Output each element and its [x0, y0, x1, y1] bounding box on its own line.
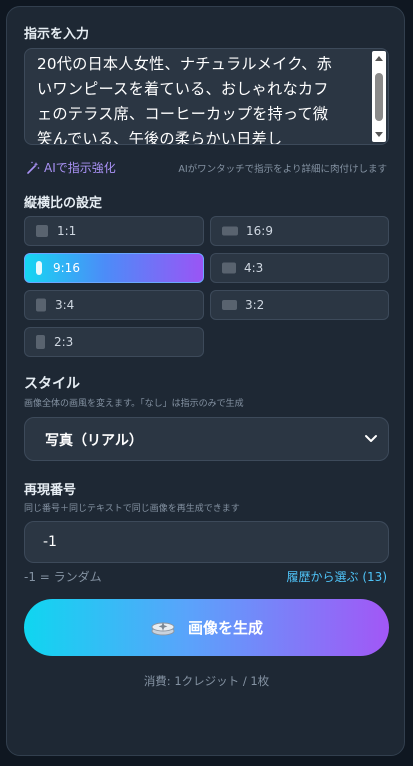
ratio-label: 3:2 [245, 298, 265, 312]
portrait-ratio-icon [36, 298, 46, 312]
prompt-line: いワンピースを着ている、おしゃれなカフ [37, 80, 329, 98]
prompt-scrollbar[interactable] [372, 51, 386, 142]
generate-label: 画像を生成 [187, 619, 263, 637]
ratio-option-9-16[interactable]: 9:16 [24, 253, 204, 283]
style-title: スタイル [24, 376, 80, 392]
prompt-text[interactable]: 20代の日本人女性、ナチュラルメイク、赤 いワンピースを着ている、おしゃれなカフ… [37, 52, 366, 145]
ratio-label: 1:1 [57, 224, 77, 238]
landscape-ratio-icon [222, 300, 237, 310]
ratio-option-1-1[interactable]: 1:1 [24, 216, 204, 246]
ratio-option-2-3[interactable]: 2:3 [24, 327, 204, 357]
portrait-ratio-icon [36, 261, 42, 275]
prompt-line: 20代の日本人女性、ナチュラルメイク、赤 [37, 55, 333, 73]
style-selected-value: 写真（リアル） [45, 433, 143, 449]
style-select[interactable]: 写真（リアル） [24, 417, 389, 461]
ai-enhance-hint: AIがワンタッチで指示をより詳細に肉付けします [178, 164, 387, 175]
magic-wand-icon [27, 161, 40, 174]
prompt-textarea[interactable]: 20代の日本人女性、ナチュラルメイク、赤 いワンピースを着ている、おしゃれなカフ… [24, 48, 389, 145]
ratio-option-3-2[interactable]: 3:2 [210, 290, 389, 320]
generator-panel: 指示を入力 20代の日本人女性、ナチュラルメイク、赤 いワンピースを着ている、お… [6, 6, 405, 756]
generate-button[interactable]: 画像を生成 [24, 599, 389, 656]
prompt-title: 指示を入力 [24, 27, 90, 42]
ai-enhance-label: AIで指示強化 [44, 161, 116, 175]
ratio-label: 3:4 [55, 298, 75, 312]
seed-subtitle: 同じ番号＋同じテキストで同じ画像を再生成できます [24, 504, 240, 514]
ratio-label: 16:9 [246, 224, 273, 238]
sparkle-stack-icon [151, 621, 175, 635]
style-subtitle: 画像全体の画風を変えます。「なし」は指示のみで生成 [24, 399, 244, 409]
aspect-ratio-title: 縦横比の設定 [24, 196, 103, 211]
history-link[interactable]: 履歴から選ぶ (13) [287, 568, 387, 585]
landscape-ratio-icon [222, 226, 238, 236]
credit-cost: 消費: 1クレジット / 1枚 [143, 674, 270, 688]
random-hint: -1 = ランダム [24, 570, 102, 584]
ai-enhance-button[interactable]: AIで指示強化 [26, 159, 116, 176]
scroll-thumb[interactable] [375, 73, 383, 121]
seed-input[interactable]: -1 [24, 521, 389, 563]
ratio-label: 2:3 [54, 335, 74, 349]
ratio-label: 4:3 [244, 261, 264, 275]
seed-value: -1 [43, 534, 57, 550]
ratio-option-3-4[interactable]: 3:4 [24, 290, 204, 320]
seed-title: 再現番号 [24, 483, 77, 498]
scroll-up-arrow-icon[interactable] [375, 56, 383, 61]
portrait-ratio-icon [36, 335, 45, 349]
prompt-line: 笑んでいる、午後の柔らかい日差し [37, 130, 283, 145]
scroll-down-arrow-icon[interactable] [375, 132, 383, 137]
ratio-option-16-9[interactable]: 16:9 [210, 216, 389, 246]
ratio-option-4-3[interactable]: 4:3 [210, 253, 389, 283]
chevron-down-icon [365, 435, 377, 442]
square-ratio-icon [36, 225, 48, 237]
ratio-label: 9:16 [53, 261, 80, 275]
prompt-line: ェのテラス席、コーヒーカップを持って微 [37, 105, 329, 123]
landscape-ratio-icon [222, 262, 236, 274]
